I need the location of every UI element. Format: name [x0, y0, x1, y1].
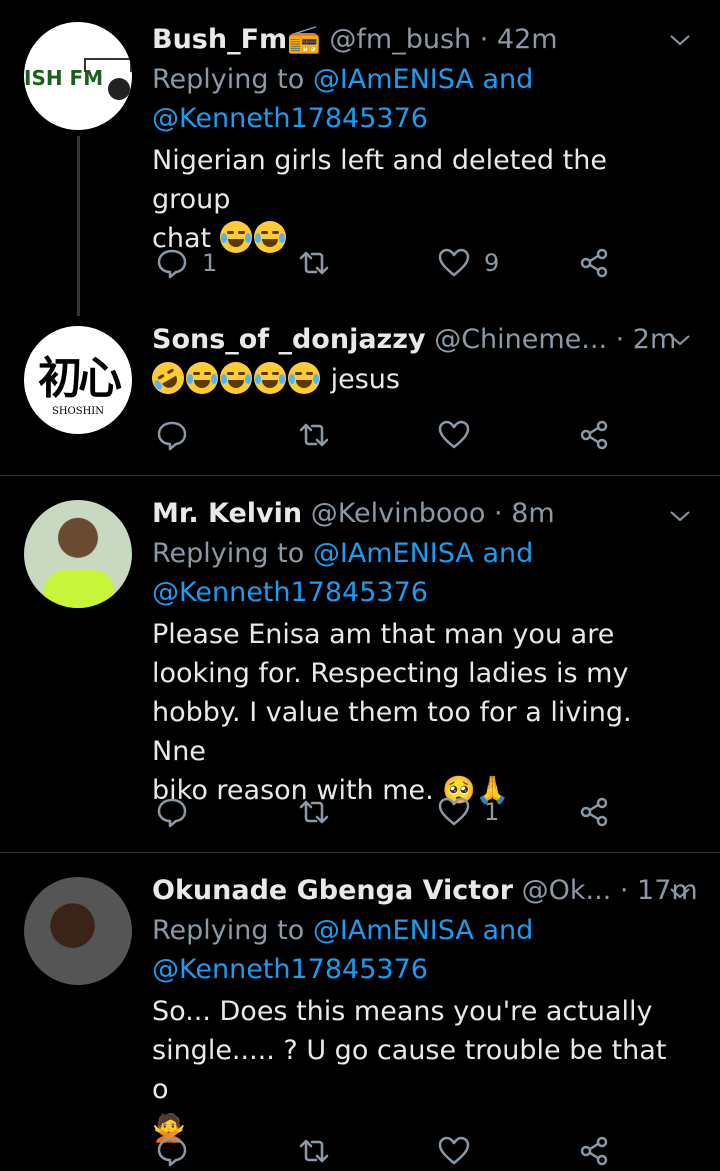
- tweet-text-line: hobby. I value them too for a living. Nn…: [152, 697, 632, 767]
- author-handle[interactable]: @Ok...: [522, 875, 612, 906]
- heart-icon: [438, 420, 470, 449]
- tweet[interactable]: Mr. Kelvin @Kelvinbooo · 8m Replying to …: [0, 476, 720, 852]
- replying-to: Replying to @IAmENISA and @Kenneth178453…: [152, 60, 690, 138]
- avatar[interactable]: [24, 500, 132, 608]
- share-button[interactable]: [578, 1131, 610, 1171]
- avatar-logo-subtext: SHOSHIN: [51, 406, 105, 417]
- tweet-text-line: Please Enisa am that man you are: [152, 619, 615, 650]
- like-count: 9: [484, 249, 500, 277]
- avatar[interactable]: 初心 SHOSHIN: [24, 326, 132, 434]
- chevron-down-icon[interactable]: [668, 504, 692, 528]
- like-button[interactable]: [438, 415, 470, 455]
- retweet-icon: [299, 423, 329, 447]
- retweet-icon: [299, 251, 329, 275]
- author-handle[interactable]: @fm_bush: [329, 24, 471, 55]
- reply-button[interactable]: [156, 415, 188, 455]
- chevron-down-icon[interactable]: [668, 28, 692, 52]
- retweet-icon: [299, 1139, 329, 1163]
- tears-of-joy-emoji: [186, 362, 218, 394]
- replying-to: Replying to @IAmENISA and @Kenneth178453…: [152, 534, 690, 612]
- author-handle[interactable]: @Chineme...: [434, 324, 607, 355]
- like-button[interactable]: 9: [438, 243, 499, 283]
- retweet-button[interactable]: [298, 243, 330, 283]
- retweet-button[interactable]: [298, 792, 330, 832]
- share-button[interactable]: [578, 243, 610, 283]
- share-icon: [580, 1136, 608, 1166]
- tweet-text: Please Enisa am that man you are looking…: [152, 615, 690, 810]
- tweet-text-line: So... Does this means you're actually: [152, 996, 653, 1027]
- retweet-icon: [299, 800, 329, 824]
- like-button[interactable]: 1: [438, 792, 499, 832]
- avatar[interactable]: [24, 877, 132, 985]
- mention-link[interactable]: @Kenneth17845376: [152, 954, 428, 985]
- replying-prefix: Replying to: [152, 538, 313, 569]
- tweet[interactable]: Okunade Gbenga Victor @Ok... · 17m Reply…: [0, 853, 720, 1167]
- author-name[interactable]: Bush_Fm📻: [152, 24, 321, 55]
- share-button[interactable]: [578, 792, 610, 832]
- author-name[interactable]: Mr. Kelvin: [152, 498, 302, 529]
- reply-button[interactable]: [156, 1131, 188, 1171]
- share-icon: [580, 797, 608, 827]
- tweet-text: jesus: [146, 356, 690, 400]
- timestamp[interactable]: · 42m: [480, 24, 558, 55]
- tears-of-joy-emoji: [220, 362, 252, 394]
- tweet-text-line: jesus: [330, 364, 400, 395]
- like-count: 1: [484, 798, 500, 826]
- retweet-button[interactable]: [298, 415, 330, 455]
- mention-link[interactable]: @IAmENISA and: [313, 64, 533, 95]
- author-handle[interactable]: @Kelvinbooo: [311, 498, 486, 529]
- reply-icon: [157, 249, 187, 279]
- reply-icon: [157, 421, 187, 451]
- tweet-text-line: single..... ? U go cause trouble be that…: [152, 1035, 667, 1105]
- heart-icon: [438, 1136, 470, 1165]
- tweet-text: Nigerian girls left and deleted the grou…: [152, 141, 690, 258]
- heart-icon: [438, 248, 470, 277]
- reply-icon: [157, 1137, 187, 1167]
- avatar[interactable]: ISH FM: [24, 22, 132, 130]
- tweet[interactable]: ISH FM Bush_Fm📻 @fm_bush · 42m Replying …: [0, 0, 720, 300]
- mention-link[interactable]: @Kenneth17845376: [152, 103, 428, 134]
- reply-count: 1: [202, 249, 218, 277]
- replying-prefix: Replying to: [152, 915, 313, 946]
- retweet-button[interactable]: [298, 1131, 330, 1171]
- tweet-text-line: looking for. Respecting ladies is my: [152, 658, 629, 689]
- replying-to: Replying to @IAmENISA and @Kenneth178453…: [152, 911, 690, 989]
- avatar-logo-text: 初心: [38, 353, 122, 404]
- rolling-laughing-emoji: [146, 356, 190, 400]
- reply-button[interactable]: [156, 792, 188, 832]
- author-name[interactable]: Sons_of _donjazzy: [152, 324, 426, 355]
- reply-icon: [157, 798, 187, 828]
- chevron-down-icon[interactable]: [668, 328, 692, 352]
- mention-link[interactable]: @IAmENISA and: [313, 915, 533, 946]
- share-icon: [580, 248, 608, 278]
- tweet-text-line: Nigerian girls left and deleted the grou…: [152, 145, 607, 215]
- chevron-down-icon[interactable]: [668, 881, 692, 905]
- mention-link[interactable]: @IAmENISA and: [313, 538, 533, 569]
- tweet[interactable]: 初心 SHOSHIN Sons_of _donjazzy @Chineme...…: [0, 300, 720, 475]
- tweet-text: So... Does this means you're actually si…: [152, 992, 690, 1148]
- heart-icon: [438, 797, 470, 826]
- tears-of-joy-emoji: [288, 362, 320, 394]
- share-button[interactable]: [578, 415, 610, 455]
- replying-prefix: Replying to: [152, 64, 313, 95]
- share-icon: [580, 420, 608, 450]
- mention-link[interactable]: @Kenneth17845376: [152, 577, 428, 608]
- like-button[interactable]: [438, 1131, 470, 1171]
- reply-button[interactable]: 1: [156, 243, 217, 283]
- tears-of-joy-emoji: [254, 362, 286, 394]
- author-name[interactable]: Okunade Gbenga Victor: [152, 875, 513, 906]
- timestamp[interactable]: · 8m: [494, 498, 555, 529]
